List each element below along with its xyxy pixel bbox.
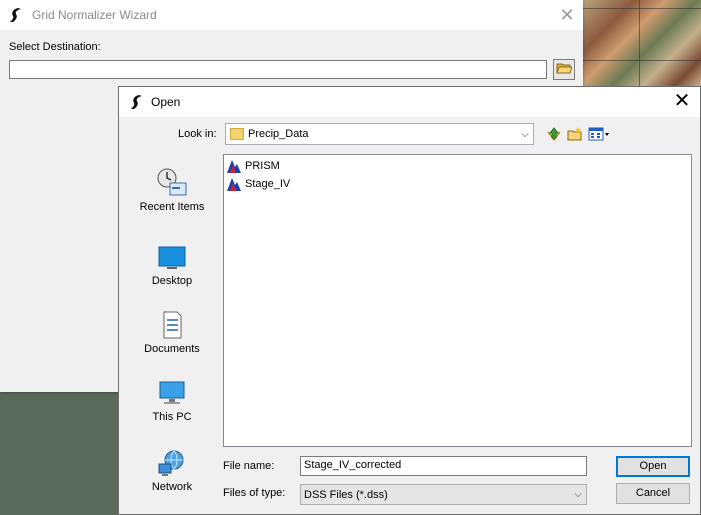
- place-label: Network: [151, 481, 193, 493]
- places-bar: Recent Items Desktop Documents This PC N…: [129, 155, 215, 510]
- place-label: This PC: [152, 411, 192, 423]
- look-in-value: Precip_Data: [248, 128, 309, 140]
- dss-file-icon: [226, 158, 242, 174]
- look-in-dropdown[interactable]: Precip_Data ⌵: [225, 123, 534, 145]
- look-in-label: Look in:: [178, 128, 217, 140]
- up-one-level-icon[interactable]: [545, 125, 563, 143]
- view-menu-icon[interactable]: [587, 125, 611, 143]
- recent-items-icon: [156, 167, 188, 199]
- place-this-pc[interactable]: This PC: [129, 377, 215, 423]
- file-name-label: File name:: [223, 460, 275, 472]
- chevron-down-icon: ⌵: [574, 489, 582, 500]
- app-logo-icon: [129, 94, 145, 110]
- dialog-titlebar: Open ✕: [119, 87, 700, 117]
- file-item-stage-iv[interactable]: Stage_IV: [226, 175, 290, 193]
- wizard-title: Grid Normalizer Wizard: [32, 8, 157, 22]
- files-of-type-value: DSS Files (*.dss): [304, 488, 388, 501]
- this-pc-icon: [156, 377, 188, 409]
- background-terrain-map: [583, 0, 701, 90]
- dss-file-icon: [226, 176, 242, 192]
- chevron-down-icon: ⌵: [521, 128, 529, 140]
- documents-icon: [156, 309, 188, 341]
- network-icon: [156, 447, 188, 479]
- new-folder-icon[interactable]: [566, 125, 584, 143]
- app-logo-icon: [8, 7, 24, 23]
- desktop-icon: [156, 241, 188, 273]
- place-network[interactable]: Network: [129, 447, 215, 493]
- file-list[interactable]: PRISM Stage_IV: [223, 154, 692, 447]
- place-documents[interactable]: Documents: [129, 309, 215, 355]
- wizard-close-icon[interactable]: ✕: [557, 5, 577, 25]
- folder-icon: [230, 128, 244, 140]
- open-file-dialog: Open ✕ Look in: Precip_Data ⌵ Recent Ite…: [118, 86, 701, 515]
- file-name-input[interactable]: Stage_IV_corrected: [300, 456, 587, 476]
- browse-button[interactable]: [553, 59, 575, 80]
- dialog-close-icon[interactable]: ✕: [672, 91, 692, 111]
- cancel-button[interactable]: Cancel: [616, 483, 690, 504]
- file-name: PRISM: [245, 160, 280, 172]
- select-destination-label: Select Destination:: [9, 41, 101, 53]
- file-name: Stage_IV: [245, 178, 291, 190]
- place-label: Documents: [144, 343, 200, 355]
- open-button[interactable]: Open: [616, 456, 690, 477]
- files-of-type-dropdown[interactable]: DSS Files (*.dss) ⌵: [300, 484, 587, 505]
- place-desktop[interactable]: Desktop: [129, 241, 215, 287]
- files-of-type-label: Files of type:: [223, 487, 286, 499]
- place-label: Desktop: [151, 275, 193, 287]
- place-recent-items[interactable]: Recent Items: [129, 167, 215, 213]
- destination-input[interactable]: [9, 60, 547, 79]
- open-folder-icon: [556, 61, 573, 78]
- dialog-title: Open: [151, 95, 181, 109]
- file-item-prism[interactable]: PRISM: [226, 157, 280, 175]
- wizard-titlebar: Grid Normalizer Wizard: [0, 0, 583, 30]
- place-label: Recent Items: [139, 201, 205, 213]
